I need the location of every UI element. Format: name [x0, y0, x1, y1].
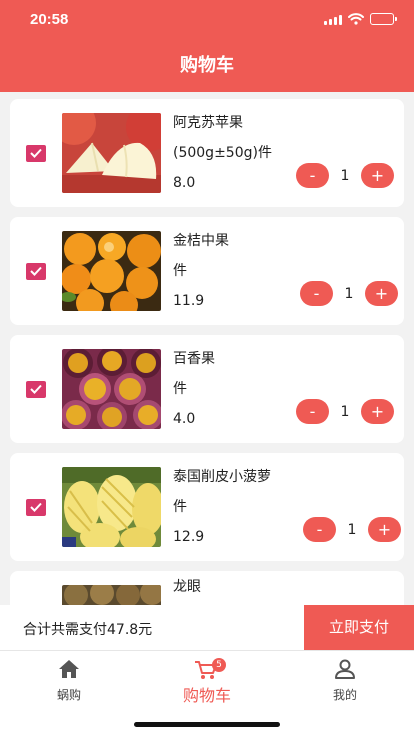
checkmark-icon [30, 148, 42, 158]
cart-item: 龙眼 [10, 571, 404, 605]
increase-button[interactable]: + [361, 399, 394, 424]
product-spec: 件 [173, 263, 187, 279]
quantity-stepper: - 1 + [303, 517, 401, 542]
product-image-apple[interactable] [62, 113, 161, 193]
cart-item: 阿克苏苹果 (500g±50g)件 8.0 - 1 + [10, 99, 404, 207]
product-spec: 件 [173, 499, 187, 515]
product-price: 8.0 [173, 175, 196, 191]
increase-button[interactable]: + [368, 517, 401, 542]
product-spec: (500g±50g)件 [173, 145, 272, 161]
decrease-button[interactable]: - [300, 281, 333, 306]
quantity-value: 1 [344, 285, 354, 302]
decrease-button[interactable]: - [303, 517, 336, 542]
product-price: 4.0 [173, 411, 196, 427]
cart-count-badge: 5 [212, 658, 226, 672]
item-checkbox[interactable] [26, 499, 46, 516]
product-name: 阿克苏苹果 [173, 115, 243, 131]
checkmark-icon [30, 266, 42, 276]
user-icon [335, 659, 355, 679]
quantity-stepper: - 1 + [296, 163, 394, 188]
tab-label: 蜗购 [56, 688, 81, 702]
product-name: 百香果 [173, 351, 215, 367]
product-name: 龙眼 [173, 579, 201, 595]
decrease-button[interactable]: - [296, 163, 329, 188]
product-name: 金桔中果 [173, 233, 229, 249]
product-image-kumquat[interactable] [62, 231, 161, 311]
cart-item: 百香果 件 4.0 - 1 + [10, 335, 404, 443]
tab-cart[interactable]: 5 购物车 [138, 651, 276, 711]
product-name: 泰国削皮小菠萝 [173, 469, 271, 485]
quantity-value: 1 [340, 167, 350, 184]
product-spec: 件 [173, 381, 187, 397]
cart-list[interactable]: 阿克苏苹果 (500g±50g)件 8.0 - 1 + 金桔中果 件 11.9 … [0, 92, 414, 605]
status-bar: 20:58 [0, 0, 414, 40]
cart-item: 泰国削皮小菠萝 件 12.9 - 1 + [10, 453, 404, 561]
tab-label: 购物车 [182, 686, 231, 705]
increase-button[interactable]: + [365, 281, 398, 306]
quantity-value: 1 [340, 403, 350, 420]
wifi-icon [348, 13, 364, 25]
pay-now-button[interactable]: 立即支付 [304, 605, 414, 650]
checkout-bar: 合计共需支付47.8元 立即支付 [0, 605, 414, 650]
quantity-stepper: - 1 + [300, 281, 398, 306]
increase-button[interactable]: + [361, 163, 394, 188]
product-price: 12.9 [173, 529, 205, 545]
product-image-longan[interactable] [62, 585, 161, 605]
checkmark-icon [30, 384, 42, 394]
tab-profile[interactable]: 我的 [276, 651, 414, 711]
total-amount: 合计共需支付47.8元 [23, 622, 153, 638]
decrease-button[interactable]: - [296, 399, 329, 424]
cart-item: 金桔中果 件 11.9 - 1 + [10, 217, 404, 325]
product-image-passion-fruit[interactable] [62, 349, 161, 429]
page-title: 购物车 [0, 40, 414, 92]
status-icons [324, 13, 397, 25]
signal-icon [324, 14, 342, 25]
quantity-stepper: - 1 + [296, 399, 394, 424]
checkmark-icon [30, 502, 42, 512]
status-time: 20:58 [30, 11, 69, 28]
item-checkbox[interactable] [26, 263, 46, 280]
tab-home[interactable]: 蜗购 [0, 651, 138, 711]
battery-icon [370, 13, 397, 25]
tab-label: 我的 [332, 688, 357, 702]
home-icon [59, 660, 79, 678]
product-price: 11.9 [173, 293, 205, 309]
product-image-pineapple[interactable] [62, 467, 161, 547]
home-indicator [134, 722, 280, 727]
item-checkbox[interactable] [26, 145, 46, 162]
quantity-value: 1 [347, 521, 357, 538]
item-checkbox[interactable] [26, 381, 46, 398]
